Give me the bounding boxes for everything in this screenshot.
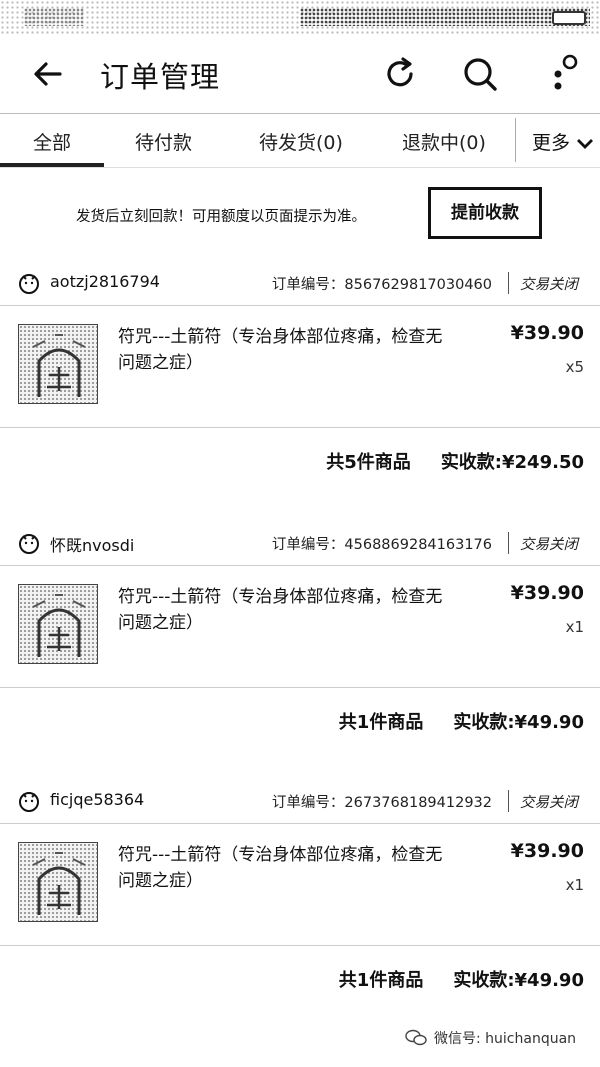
app-bar: 订单管理 (0, 34, 600, 114)
product-name: 符咒---土箭符（专治身体部位疼痛，检查无问题之症） (118, 845, 443, 891)
notice-text: 发货后立刻回款！可用额度以页面提示为准。 (76, 209, 366, 225)
product-quantity: x5 (565, 358, 584, 376)
buyer-name: 怀既nvosdi (50, 536, 135, 555)
early-collect-button[interactable]: 提前收款 (428, 187, 542, 239)
status-bar-left (24, 8, 84, 26)
product-name: 符咒---土箭符（专治身体部位疼痛，检查无问题之症） (118, 587, 443, 633)
order-item[interactable]: 符咒---土箭符（专治身体部位疼痛，检查无问题之症） ¥39.90 x1 (0, 566, 600, 688)
product-name: 符咒---土箭符（专治身体部位疼痛，检查无问题之症） (118, 327, 443, 373)
battery-icon (552, 11, 586, 25)
item-count: 共1件商品 (338, 970, 424, 991)
order-number: 订单编号：4568869284163176 (271, 537, 492, 553)
refresh-icon[interactable] (380, 54, 420, 94)
status-bar (0, 0, 600, 34)
chevron-down-icon (577, 138, 594, 149)
search-icon[interactable] (460, 54, 500, 94)
product-thumbnail (18, 842, 98, 922)
buyer-avatar-icon (19, 792, 39, 812)
more-dots-icon[interactable] (548, 54, 588, 94)
order-status: 交易关闭 (520, 277, 578, 293)
watermark-text: 微信号: huichanquan (434, 1031, 577, 1047)
buyer-avatar-icon (19, 534, 39, 554)
tab-pending-payment[interactable]: 待付款 (135, 128, 192, 155)
page-title: 订单管理 (100, 60, 221, 94)
order-header: ficjqe58364 订单编号：2673768189412932 交易关闭 (0, 780, 600, 824)
status-bar-indicators (300, 8, 590, 26)
order-status: 交易关闭 (520, 795, 578, 811)
tab-pending-shipment[interactable]: 待发货(0) (259, 128, 343, 155)
product-price: ¥39.90 (510, 840, 584, 862)
order-number: 订单编号：2673768189412932 (271, 795, 492, 811)
product-price: ¥39.90 (510, 582, 584, 604)
amount-received: 实收款:¥249.50 (440, 452, 584, 473)
product-price: ¥39.90 (510, 322, 584, 344)
header-divider (508, 790, 509, 812)
order-summary: 共1件商品 实收款:¥49.90 (0, 946, 600, 1010)
product-thumbnail (18, 584, 98, 664)
order-status: 交易关闭 (520, 537, 578, 553)
buyer-name: aotzj2816794 (50, 272, 160, 291)
product-thumbnail (18, 324, 98, 404)
order-header: aotzj2816794 订单编号：8567629817030460 交易关闭 (0, 262, 600, 306)
tab-divider (515, 118, 516, 162)
order-item[interactable]: 符咒---土箭符（专治身体部位疼痛，检查无问题之症） ¥39.90 x1 (0, 824, 600, 946)
item-count: 共1件商品 (338, 712, 424, 733)
order-summary: 共5件商品 实收款:¥249.50 (0, 428, 600, 492)
tab-more[interactable]: 更多 (532, 128, 594, 155)
tab-more-label: 更多 (532, 132, 571, 154)
back-arrow-icon[interactable] (30, 56, 66, 92)
amount-received: 实收款:¥49.90 (453, 712, 584, 733)
header-divider (508, 272, 509, 294)
amount-received: 实收款:¥49.90 (453, 970, 584, 991)
order-summary: 共1件商品 实收款:¥49.90 (0, 688, 600, 752)
product-quantity: x1 (565, 876, 584, 894)
payout-notice: 发货后立刻回款！可用额度以页面提示为准。 提前收款 (0, 168, 600, 258)
order-number: 订单编号：8567629817030460 (271, 277, 492, 293)
tab-all[interactable]: 全部 (33, 128, 71, 155)
buyer-avatar-icon (19, 274, 39, 294)
header-divider (508, 532, 509, 554)
order-item[interactable]: 符咒---土箭符（专治身体部位疼痛，检查无问题之症） ¥39.90 x5 (0, 306, 600, 428)
product-quantity: x1 (565, 618, 584, 636)
wechat-icon (405, 1029, 427, 1046)
buyer-name: ficjqe58364 (50, 790, 145, 809)
order-header: 怀既nvosdi 订单编号：4568869284163176 交易关闭 (0, 522, 600, 566)
order-tabs: 全部 待付款 待发货(0) 退款中(0) 更多 (0, 114, 600, 168)
tab-refunding[interactable]: 退款中(0) (402, 128, 486, 155)
active-tab-indicator (0, 163, 104, 167)
item-count: 共5件商品 (326, 452, 411, 473)
